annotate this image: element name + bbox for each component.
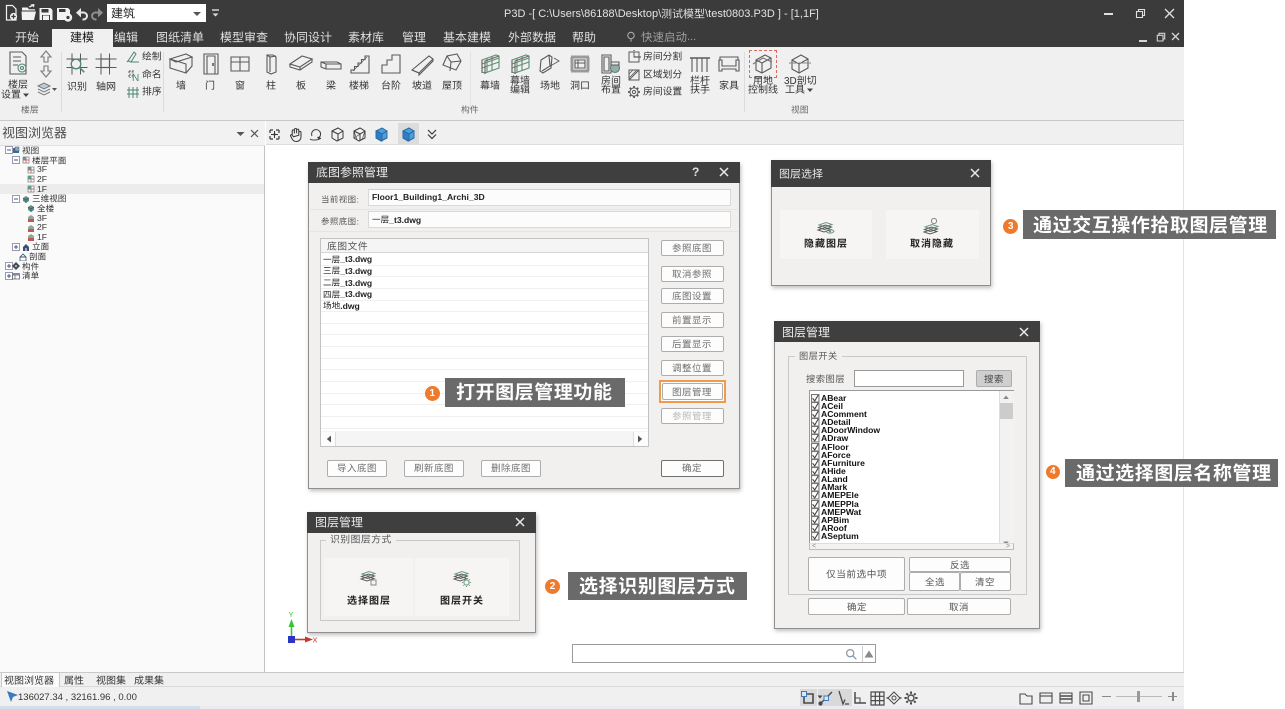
svg-text::: : [357, 217, 359, 226]
svg-text:X: X [313, 636, 318, 645]
svg-text:N: N [132, 73, 139, 82]
svg-text:Y: Y [289, 610, 294, 619]
svg-text::: : [357, 195, 359, 204]
